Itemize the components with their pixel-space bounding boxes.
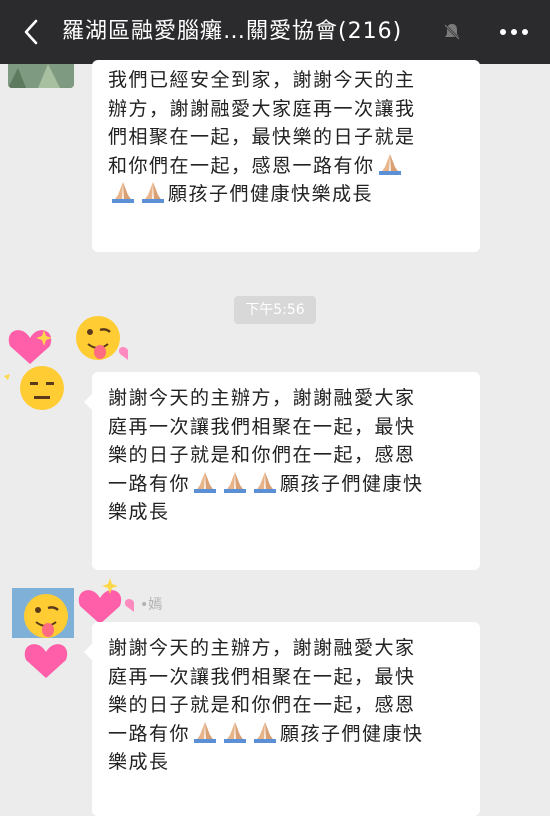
message-line: 和你們在一起，感恩一路有你 — [108, 152, 464, 181]
message-bubble[interactable]: 我們已經安全到家，謝謝今天的主 辦方，謝謝融愛大家庭再一次讓我 們相聚在一起，最… — [92, 60, 480, 252]
sender-name: •嫣 — [140, 597, 163, 613]
praying-hands-icon — [254, 721, 277, 743]
praying-hands-icon — [194, 471, 217, 493]
praying-hands-icon — [142, 182, 164, 203]
chevron-left-icon — [24, 19, 38, 45]
message-line: 庭再一次讓我們相聚在一起，最快 — [108, 415, 416, 438]
chat-title: 羅湖區融愛腦癱…關愛協會(216) — [62, 19, 403, 44]
more-dots-icon — [500, 29, 528, 35]
message-line: 謝謝今天的主辦方，謝謝融愛大家 — [108, 387, 416, 409]
praying-hands-icon — [194, 721, 217, 743]
praying-hands-icon — [254, 471, 277, 493]
message-line: 庭再一次讓我們相聚在一起，最快 — [108, 665, 416, 688]
praying-hands-icon — [112, 182, 134, 203]
message-line: 樂成長 — [108, 751, 170, 773]
message-line: 我們已經安全到家，謝謝今天的主 — [108, 69, 416, 91]
message-line: 辦方，謝謝融愛大家庭再一次讓我 — [108, 97, 416, 120]
message-line: 願孩子們健康快樂成長 — [108, 180, 464, 209]
message-line: 樂的日子就是和你們在一起，感恩 — [108, 694, 416, 716]
message-line: 樂成長 — [108, 501, 170, 523]
back-button[interactable] — [14, 14, 48, 50]
timestamp-badge: 下午5:56 — [234, 296, 316, 324]
message-line: 謝謝今天的主辦方，謝謝融愛大家 — [108, 637, 416, 659]
message-bubble[interactable]: 謝謝今天的主辦方，謝謝融愛大家 庭再一次讓我們相聚在一起，最快 樂的日子就是和你… — [84, 622, 480, 816]
praying-hands-icon — [224, 721, 247, 743]
avatar[interactable] — [8, 64, 74, 88]
message-line: 們相聚在一起，最快樂的日子就是 — [108, 126, 416, 148]
message-line: 一路有你 願孩子們健康快 — [108, 471, 424, 495]
more-options-button[interactable] — [494, 18, 534, 46]
chat-header: 羅湖區融愛腦癱…關愛協會(216) — [0, 0, 550, 64]
praying-hands-icon — [378, 153, 401, 175]
praying-hands-icon — [224, 471, 247, 493]
bell-muted-icon — [444, 24, 460, 40]
message-line: 一路有你 願孩子們健康快 — [108, 721, 424, 745]
message-line: 樂的日子就是和你們在一起，感恩 — [108, 444, 416, 466]
message-bubble[interactable]: 謝謝今天的主辦方，謝謝融愛大家 庭再一次讓我們相聚在一起，最快 樂的日子就是和你… — [84, 372, 480, 570]
